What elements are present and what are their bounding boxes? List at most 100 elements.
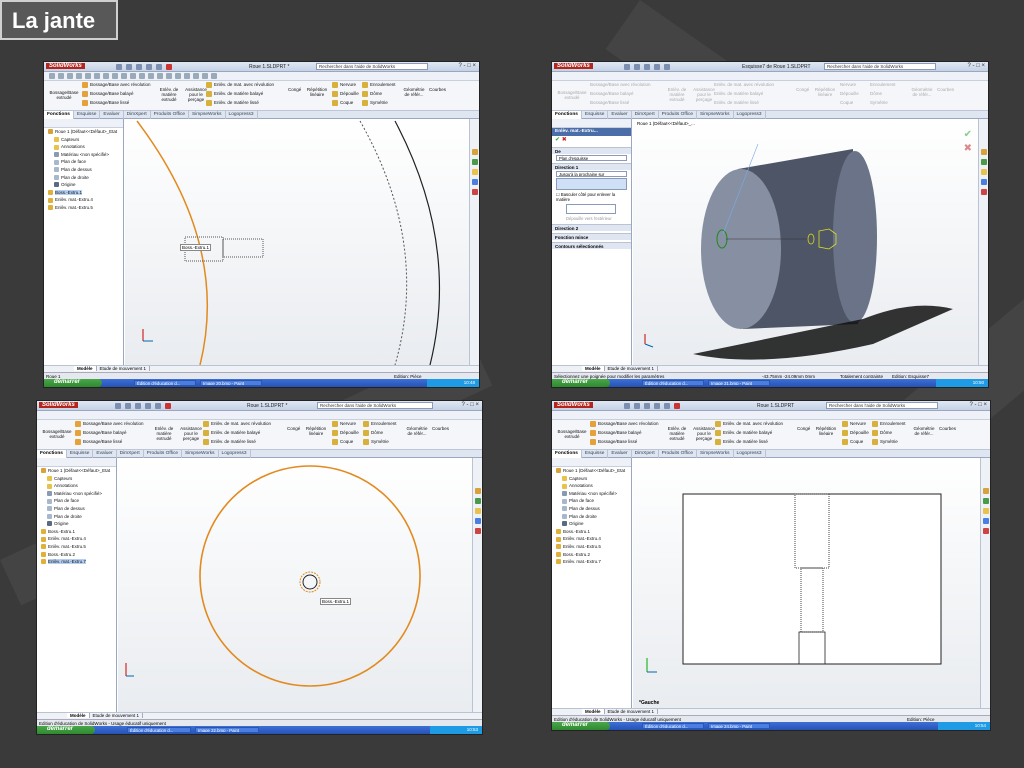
symetrie-button[interactable]: Symétrie [870,100,888,105]
tab-logopress3[interactable]: Logopress3 [734,111,766,119]
tree-item[interactable]: Plan de face [44,158,123,166]
nervure-button[interactable]: Nervure [840,82,856,87]
graphics-area[interactable]: *Gauche [633,458,980,708]
tab-modele[interactable]: Modèle [67,713,90,718]
toolbar-icon[interactable] [103,73,109,79]
tree-item[interactable]: Plan de droite [552,513,631,521]
tree-item[interactable]: Plan de face [37,497,116,505]
tree-item[interactable]: Origine [37,520,116,528]
tab-logopress3[interactable]: Logopress3 [226,111,258,119]
save-icon[interactable] [644,403,650,409]
symetrie-button[interactable]: Symétrie [362,100,388,106]
assistance-percage-button[interactable]: Assistance pour le perçage [177,426,205,441]
face-selection-box[interactable] [556,178,627,190]
tab-simpseworks[interactable]: SimpseWorks [182,450,219,458]
enlev-balaye-button[interactable]: Enlèv. de matière balayé [206,91,263,97]
enroulement-button[interactable]: Enroulement [362,82,396,88]
tab-evaluer[interactable]: Evaluer [93,450,117,458]
tab-etude-mouvement[interactable]: Etude de mouvement 1 [90,713,144,718]
help-search-input[interactable]: Rechercher dans l'aide de SolidWorks [826,402,938,409]
palette-icon[interactable] [472,189,478,195]
bossage-balaye-button[interactable]: Bossage/Base balayé [82,91,134,97]
nervure-button[interactable]: Nervure [332,82,356,88]
tree-root[interactable]: Roue 1 (Défaut<<Défaut>_Etat [44,128,123,136]
search-icon[interactable] [983,518,989,524]
print-icon[interactable] [654,403,660,409]
resources-icon[interactable] [472,149,478,155]
print-icon[interactable] [654,64,660,70]
explorer-icon[interactable] [981,169,987,175]
print-icon[interactable] [146,64,152,70]
geometrie-button[interactable]: Géométrie de référ... [402,87,426,97]
toolbar-icon[interactable] [148,73,154,79]
library-icon[interactable] [472,159,478,165]
bossage-lisse-button[interactable]: Bossage/Base lissé [82,100,129,106]
draft-input[interactable] [566,204,616,214]
tab-fonctions[interactable]: Fonctions [37,450,67,458]
dome-button[interactable]: Dôme [870,91,882,96]
help-search-input[interactable]: Rechercher dans l'aide de SolidWorks [824,63,936,70]
new-icon[interactable] [624,403,630,409]
coque-button[interactable]: Coque [332,100,353,106]
bossage-lisse-button[interactable]: Bossage/Base lissé [590,439,637,445]
tree-item[interactable]: Plan de droite [37,513,116,521]
palette-icon[interactable] [981,189,987,195]
depouille-button[interactable]: Dépouille [332,91,359,97]
search-icon[interactable] [472,179,478,185]
tab-etude-mouvement[interactable]: Etude de mouvement 1 [605,366,659,371]
options-icon[interactable] [165,403,171,409]
section-direction-1[interactable]: Direction 1 [552,163,631,170]
open-icon[interactable] [634,403,640,409]
courbes-button[interactable]: Courbes [429,87,446,92]
bossage-revolution-button[interactable]: Bossage/Base avec révolution [75,421,144,427]
graphics-area[interactable]: Roue 1 (Défaut<<Défaut>_... ✔ ✖ [633,119,978,365]
start-button[interactable]: démarrer [552,379,610,387]
window-controls[interactable]: ? - □ × [968,63,985,69]
bossage-balaye-button[interactable]: Bossage/Base balayé [590,91,634,96]
start-button[interactable]: démarrer [44,379,102,387]
tree-item[interactable]: Enlèv. mat.-Extru.4 [44,196,123,204]
new-icon[interactable] [115,403,121,409]
dome-button[interactable]: Dôme [872,430,892,436]
geometrie-button[interactable]: Géométrie de référ... [912,426,936,436]
tree-item[interactable]: Boss.-Extru.1 [552,528,631,536]
toolbar-icon[interactable] [130,73,136,79]
open-icon[interactable] [634,64,640,70]
tree-item[interactable]: Enlèv. mat.-Extru.5 [44,204,123,212]
toolbar-icon[interactable] [139,73,145,79]
tree-root[interactable]: Roue 1 (Défaut<<Défaut>_Etat [37,467,116,475]
bossage-balaye-button[interactable]: Bossage/Base balayé [75,430,127,436]
tree-item[interactable]: Boss.-Extru.1 [37,528,116,536]
undo-icon[interactable] [155,403,161,409]
conge-button[interactable]: Congé [288,87,301,92]
undo-icon[interactable] [664,64,670,70]
tree-item[interactable]: Enlèv. mat.-Extru.5 [37,543,116,551]
enroulement-button[interactable]: Enroulement [872,421,906,427]
tab-esquisse[interactable]: Esquisse [582,111,609,119]
ok-icon[interactable]: ✔ [555,137,560,143]
bossage-extrude-button[interactable]: Bossage/Base extrudé [555,429,589,439]
tree-item[interactable]: Plan de dessus [552,505,631,513]
tab-dimxpert[interactable]: DimXpert [632,450,659,458]
tab-esquisse[interactable]: Esquisse [74,111,101,119]
start-button[interactable]: démarrer [552,722,610,730]
toolbar-icon[interactable] [94,73,100,79]
tree-item[interactable]: Boss.-Extru.2 [37,551,116,559]
assistance-percage-button[interactable]: Assistance pour le perçage [690,426,718,441]
geometrie-button[interactable]: Géométrie de référ... [910,87,934,97]
bossage-extrude-button[interactable]: Bossage/Base extrudé [40,429,74,439]
tree-item[interactable]: Plan de dessus [37,505,116,513]
cancel-icon[interactable]: ✖ [562,137,567,143]
tab-produits-office[interactable]: Produits Office [659,111,698,119]
enlev-lisse-button[interactable]: Enlèv. de matière lissé [715,439,768,445]
tab-simpseworks[interactable]: SimpseWorks [697,111,734,119]
tree-item[interactable]: Boss.-Extru.1 [44,189,123,197]
toolbar-icon[interactable] [121,73,127,79]
options-icon[interactable] [166,64,172,70]
repetition-button[interactable]: Répétition linéaire [305,426,327,436]
print-icon[interactable] [145,403,151,409]
save-icon[interactable] [644,64,650,70]
search-icon[interactable] [981,179,987,185]
bossage-extrude-button[interactable]: Bossage/Base extrudé [555,90,589,100]
tree-item[interactable]: Enlèv. mat.-Extru.7 [37,558,116,566]
